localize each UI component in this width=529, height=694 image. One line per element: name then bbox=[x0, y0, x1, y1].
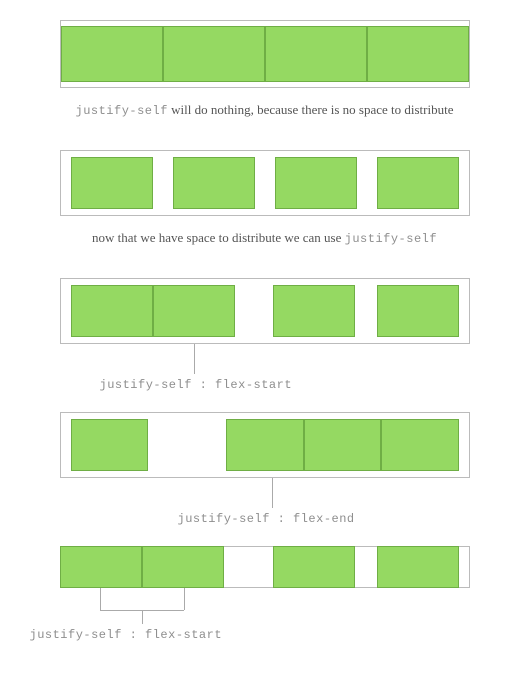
flex-item bbox=[153, 285, 235, 337]
flex-row bbox=[61, 547, 469, 589]
flex-item bbox=[275, 157, 357, 209]
example-flex-end-item2: justify-self : flex-end bbox=[0, 412, 529, 528]
flex-item bbox=[377, 285, 459, 337]
bracket-right bbox=[184, 588, 185, 610]
caption-text: now that we have space to distribute we … bbox=[92, 230, 345, 245]
flex-item bbox=[377, 157, 459, 209]
flex-item bbox=[377, 546, 459, 588]
flex-item bbox=[142, 546, 224, 588]
code-token: justify-self bbox=[345, 232, 437, 246]
flex-item bbox=[273, 546, 355, 588]
flex-item bbox=[61, 26, 163, 82]
callout-label: justify-self : flex-start bbox=[30, 628, 223, 642]
flex-container bbox=[60, 412, 470, 478]
flex-row bbox=[71, 157, 459, 209]
flex-container bbox=[60, 20, 470, 88]
flex-container bbox=[60, 150, 470, 216]
caption: justify-self will do nothing, because th… bbox=[20, 100, 509, 120]
flex-container bbox=[60, 278, 470, 344]
example-space-between: now that we have space to distribute we … bbox=[0, 150, 529, 248]
flex-item bbox=[304, 419, 382, 471]
bracket-left bbox=[100, 588, 101, 610]
caption: now that we have space to distribute we … bbox=[20, 228, 509, 248]
flex-item bbox=[163, 26, 265, 82]
flex-row bbox=[71, 419, 459, 471]
flex-item bbox=[226, 419, 304, 471]
callout-label: justify-self : flex-end bbox=[178, 512, 355, 526]
flex-item bbox=[60, 546, 142, 588]
flex-item bbox=[173, 157, 255, 209]
example-flex-start-bracket: justify-self : flex-start bbox=[0, 546, 529, 642]
callout: justify-self : flex-end bbox=[60, 490, 470, 528]
callout: justify-self : flex-start bbox=[60, 356, 470, 394]
example-no-space: justify-self will do nothing, because th… bbox=[0, 20, 529, 120]
flex-container bbox=[60, 546, 470, 588]
callout-line bbox=[194, 344, 195, 374]
flex-item bbox=[71, 285, 153, 337]
flex-item bbox=[71, 157, 153, 209]
code-token: justify-self bbox=[76, 104, 168, 118]
caption-text: will do nothing, because there is no spa… bbox=[168, 102, 454, 117]
flex-item bbox=[273, 285, 355, 337]
flex-item bbox=[265, 26, 367, 82]
flex-item bbox=[71, 419, 149, 471]
callout-bracket: justify-self : flex-start bbox=[60, 600, 470, 642]
flex-row bbox=[71, 285, 459, 337]
flex-row bbox=[61, 26, 469, 82]
bracket-stem bbox=[142, 610, 143, 624]
flex-item bbox=[381, 419, 459, 471]
callout-label: justify-self : flex-start bbox=[100, 378, 293, 392]
flex-item bbox=[367, 26, 469, 82]
example-flex-start-item2: justify-self : flex-start bbox=[0, 278, 529, 394]
callout-line bbox=[272, 478, 273, 508]
